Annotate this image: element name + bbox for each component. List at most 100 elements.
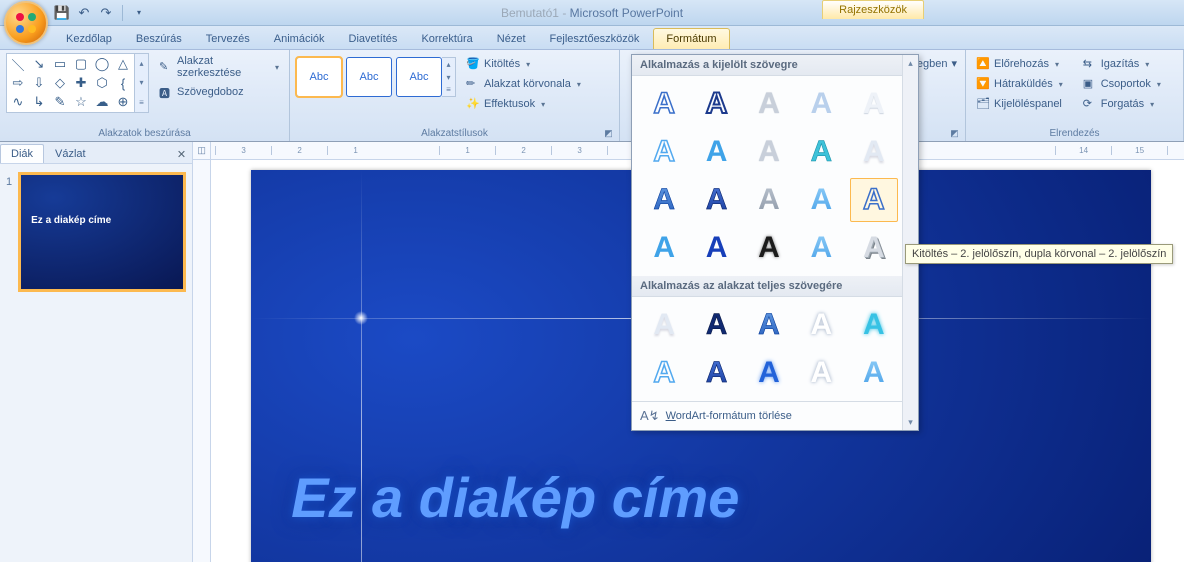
shape-callout-icon[interactable]: ☁ [92,93,112,111]
tab-view[interactable]: Nézet [485,29,538,49]
send-backward-button[interactable]: 🔽 Hátraküldés▾ [972,75,1067,93]
shape-connector-icon[interactable]: ↳ [29,93,49,111]
shape-outline-button[interactable]: ✏ Alakzat körvonala▾ [462,75,585,93]
qat-dropdown-icon[interactable]: ▾ [131,5,147,21]
window-title: Bemutató1 - Microsoft PowerPoint [501,6,683,20]
wordart-style-option[interactable]: A [692,82,740,126]
slide-title-text[interactable]: Ez a diakép címe [291,465,739,530]
undo-icon[interactable]: ↶ [76,5,92,21]
wordart-style-option[interactable]: A [850,351,898,395]
wordart-style-option[interactable]: A [850,178,898,222]
shape-ellipse-icon[interactable]: ◯ [92,55,112,73]
shape-rrect-icon[interactable]: ▢ [71,55,91,73]
slide-panel-tabs: Diák Vázlat ✕ [0,142,192,164]
save-icon[interactable]: 💾 [54,5,70,21]
wordart-style-option[interactable]: A [745,351,793,395]
shape-fill-button[interactable]: 🪣 Kitöltés▾ [462,55,585,73]
shape-hex-icon[interactable]: ⬡ [92,74,112,92]
wordart-launcher-icon[interactable]: ◩ [948,127,961,140]
tab-slideshow[interactable]: Diavetítés [337,29,410,49]
shape-rarrow-icon[interactable]: ⇨ [8,74,28,92]
wordart-style-option[interactable]: A [692,130,740,174]
textbox-button[interactable]: 🅰 Szövegdoboz [155,83,283,101]
slide-panel-close-icon[interactable]: ✕ [171,146,192,163]
shape-style-1[interactable]: Abc [296,57,342,97]
bring-forward-button[interactable]: 🔼 Előrehozás▾ [972,55,1067,73]
wordart-style-option[interactable]: A [850,226,898,270]
ribbon: ＼ ↘ ▭ ▢ ◯ △ ⇨ ⇩ ◇ ✚ ⬡ { ∿ ↳ ✎ ☆ ☁ [0,50,1184,142]
shape-styles-launcher-icon[interactable]: ◩ [602,127,615,140]
tab-format[interactable]: Formátum [653,28,729,49]
scroll-up-icon[interactable]: ▴ [903,55,918,71]
tab-animations[interactable]: Animációk [262,29,337,49]
wordart-style-option[interactable]: A [797,226,845,270]
wordart-gallery-dropdown: Alkalmazás a kijelölt szövegre AAAAAAAAA… [631,54,919,431]
tab-insert[interactable]: Beszúrás [124,29,194,49]
wordart-style-option[interactable]: A [692,351,740,395]
tab-home[interactable]: Kezdőlap [54,29,124,49]
selection-pane-button[interactable]: 🗂 Kijelöléspanel [972,95,1067,113]
ribbon-group-arrange: 🔼 Előrehozás▾ 🔽 Hátraküldés▾ 🗂 Kijelölés… [966,50,1184,141]
paint-bucket-icon: 🪣 [466,57,480,71]
align-button[interactable]: ⇆ Igazítás▾ [1079,55,1165,73]
slide-thumbnail[interactable]: Ez a diakép címe [18,172,186,292]
wordart-style-option[interactable]: A [797,178,845,222]
wordart-style-option[interactable]: A [640,130,688,174]
shape-freeform-icon[interactable]: ✎ [50,93,70,111]
wordart-style-option[interactable]: A [692,226,740,270]
selection-pane-icon: 🗂 [976,97,990,111]
wordart-style-option[interactable]: A [797,130,845,174]
wordart-style-option[interactable]: A [745,82,793,126]
shape-star-icon[interactable]: ☆ [71,93,91,111]
wordart-gallery-scrollbar[interactable]: ▴ ▾ [902,55,918,430]
shape-diamond-icon[interactable]: ◇ [50,74,70,92]
shape-brace-icon[interactable]: { [113,74,133,92]
tab-outline[interactable]: Vázlat [44,144,97,163]
vertical-ruler[interactable] [193,160,211,562]
ruler-corner-icon[interactable]: ◫ [193,142,211,160]
wordart-style-option[interactable]: A [745,130,793,174]
wordart-style-option[interactable]: A [797,82,845,126]
office-button[interactable] [4,1,48,45]
shape-style-3[interactable]: Abc [396,57,442,97]
tab-developer[interactable]: Fejlesztőeszközök [538,29,652,49]
shape-arrow-icon[interactable]: ↘ [29,55,49,73]
group-button[interactable]: ▣ Csoportok▾ [1079,75,1165,93]
shape-triangle-icon[interactable]: △ [113,55,133,73]
wordart-style-option[interactable]: A [797,303,845,347]
wordart-style-option[interactable]: A [745,226,793,270]
wordart-clear-button[interactable]: A↯ WordArt-formátum törlése [632,401,918,430]
shape-rect-icon[interactable]: ▭ [50,55,70,73]
tab-slides[interactable]: Diák [0,144,44,163]
wordart-style-option[interactable]: A [692,178,740,222]
wordart-style-option[interactable]: A [692,303,740,347]
redo-icon[interactable]: ↷ [98,5,114,21]
tab-review[interactable]: Korrektúra [409,29,484,49]
wordart-style-option[interactable]: A [640,82,688,126]
shapes-gallery[interactable]: ＼ ↘ ▭ ▢ ◯ △ ⇨ ⇩ ◇ ✚ ⬡ { ∿ ↳ ✎ ☆ ☁ [6,53,135,113]
shape-curve-icon[interactable]: ∿ [8,93,28,111]
shapes-gallery-scroll[interactable]: ▴▾≡ [135,53,149,113]
scroll-down-icon[interactable]: ▾ [903,414,918,430]
shape-style-2[interactable]: Abc [346,57,392,97]
tab-design[interactable]: Tervezés [194,29,262,49]
wordart-style-option[interactable]: A [745,303,793,347]
shape-line-icon[interactable]: ＼ [8,55,28,73]
rotate-button[interactable]: ⟳ Forgatás▾ [1079,95,1165,113]
shape-cross-icon[interactable]: ✚ [71,74,91,92]
edit-shape-button[interactable]: ✎ Alakzat szerkesztése▾ [155,53,283,81]
shape-darrow-icon[interactable]: ⇩ [29,74,49,92]
wordart-style-option[interactable]: A [850,82,898,126]
wordart-style-option[interactable]: A [850,130,898,174]
wordart-style-option[interactable]: A [640,351,688,395]
wordart-style-option[interactable]: A [640,178,688,222]
workspace: Diák Vázlat ✕ 1 Ez a diakép címe ◫ 32112… [0,142,1184,562]
wordart-style-option[interactable]: A [640,226,688,270]
wordart-style-option[interactable]: A [850,303,898,347]
wordart-style-option[interactable]: A [745,178,793,222]
shape-plus-icon[interactable]: ⊕ [113,93,133,111]
wordart-style-option[interactable]: A [797,351,845,395]
wordart-style-option[interactable]: A [640,303,688,347]
shape-effects-button[interactable]: ✨ Effektusok▾ [462,95,585,113]
shape-style-scroll[interactable]: ▴▾≡ [442,57,456,97]
